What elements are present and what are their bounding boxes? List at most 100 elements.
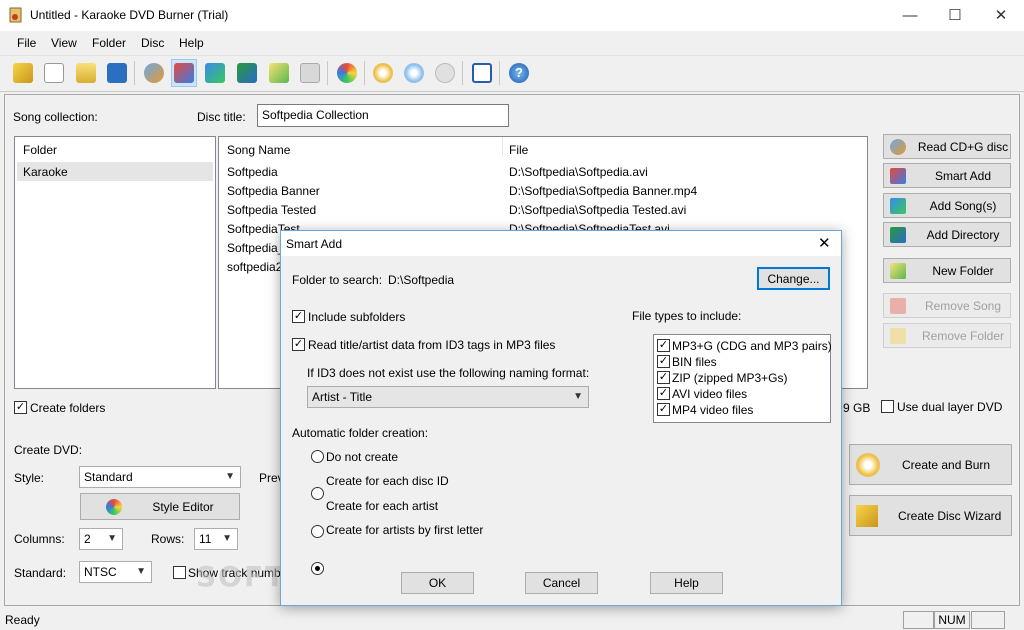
- create-and-burn-button[interactable]: Create and Burn: [849, 444, 1012, 485]
- table-row[interactable]: Softpedia Tested D:\Softpedia\Softpedia …: [219, 202, 867, 221]
- ok-button[interactable]: OK: [401, 572, 474, 594]
- new-icon[interactable]: [41, 59, 67, 87]
- remove-song-button[interactable]: Remove Song: [883, 293, 1011, 318]
- naming-format-select[interactable]: Artist - Title ▼: [307, 386, 589, 408]
- chevron-down-icon: ▼: [136, 566, 146, 577]
- file-type-checkbox[interactable]: ✓: [657, 355, 670, 368]
- list-item[interactable]: Karaoke: [17, 162, 213, 181]
- help-icon[interactable]: ?: [506, 59, 532, 87]
- file-types-list: ✓ MP3+G (CDG and MP3 pairs) ✓ BIN files …: [653, 334, 832, 423]
- style-select[interactable]: Standard ▼: [79, 466, 241, 488]
- include-subfolders-checkbox[interactable]: ✓: [292, 310, 305, 323]
- open-icon[interactable]: [73, 59, 99, 87]
- status-cell-scroll: [971, 611, 1005, 629]
- radio-artists-first-letter[interactable]: [311, 562, 324, 575]
- folder-column-header[interactable]: Folder: [23, 143, 57, 157]
- read-cd-button[interactable]: Read CD+G disc: [883, 134, 1011, 159]
- read-cd-icon[interactable]: [141, 59, 167, 87]
- file-column-header[interactable]: File: [509, 143, 528, 157]
- burn-icon[interactable]: [370, 59, 396, 87]
- radio-each-disc-id[interactable]: [311, 487, 324, 500]
- toolbar-separator: [134, 61, 135, 85]
- read-cd-label: Read CD+G disc: [917, 139, 1009, 154]
- create-dvd-heading: Create DVD:: [14, 443, 83, 457]
- remove-folder-icon: [890, 327, 906, 344]
- cancel-button[interactable]: Cancel: [525, 572, 598, 594]
- remove-folder-button[interactable]: Remove Folder: [883, 323, 1011, 348]
- rows-select[interactable]: 11 ▼: [194, 528, 238, 550]
- menu-view[interactable]: View: [51, 36, 77, 50]
- create-folders-checkbox[interactable]: ✓: [14, 401, 27, 414]
- read-id3-checkbox[interactable]: ✓: [292, 338, 305, 351]
- new-wizard-icon[interactable]: [10, 59, 36, 87]
- rows-value: 11: [199, 532, 212, 546]
- toolbar-separator: [364, 61, 365, 85]
- minimize-button[interactable]: —: [887, 0, 933, 31]
- radio-label: Create for artists by first letter: [326, 523, 484, 537]
- dialog-close-icon[interactable]: ✕: [818, 234, 831, 252]
- folder-list[interactable]: Folder Karaoke: [14, 136, 216, 389]
- add-songs-button[interactable]: Add Song(s): [883, 193, 1011, 218]
- style-editor-button[interactable]: Style Editor: [80, 493, 240, 520]
- style-editor-icon[interactable]: [334, 59, 360, 87]
- radio-do-not-create[interactable]: [311, 450, 324, 463]
- song-file-cell: D:\Softpedia\Softpedia Tested.avi: [509, 203, 687, 217]
- remove-song-label: Remove Song: [924, 298, 1002, 313]
- change-button[interactable]: Change...: [757, 267, 830, 290]
- columns-select[interactable]: 2 ▼: [79, 528, 123, 550]
- standard-value: NTSC: [84, 565, 117, 579]
- standard-select[interactable]: NTSC ▼: [79, 561, 152, 583]
- add-songs-icon[interactable]: [202, 59, 228, 87]
- create-and-burn-label: Create and Burn: [902, 457, 991, 472]
- smart-add-button[interactable]: Smart Add: [883, 163, 1011, 188]
- table-row[interactable]: Softpedia Banner D:\Softpedia\Softpedia …: [219, 183, 867, 202]
- file-type-label: AVI video files: [672, 387, 748, 401]
- file-type-checkbox[interactable]: ✓: [657, 387, 670, 400]
- wizard-icon: [856, 504, 878, 527]
- file-type-checkbox[interactable]: ✓: [657, 339, 670, 352]
- song-collection-label: Song collection:: [13, 110, 98, 124]
- chevron-down-icon: ▼: [222, 533, 232, 544]
- save-icon[interactable]: [104, 59, 130, 87]
- close-button[interactable]: ✕: [978, 0, 1024, 31]
- radio-each-artist[interactable]: [311, 525, 324, 538]
- menu-help[interactable]: Help: [179, 36, 204, 50]
- song-file-cell: D:\Softpedia\Softpedia Banner.mp4: [509, 184, 698, 198]
- smart-add-dialog: Smart Add ✕ Folder to search: D:\Softped…: [280, 230, 842, 606]
- chevron-down-icon: ▼: [107, 533, 117, 544]
- table-row[interactable]: Softpedia D:\Softpedia\Softpedia.avi: [219, 164, 867, 183]
- remove-song-icon: [890, 297, 906, 314]
- naming-format-value: Artist - Title: [312, 390, 373, 404]
- create-disc-wizard-button[interactable]: Create Disc Wizard: [849, 495, 1012, 536]
- smart-add-label: Smart Add: [934, 168, 992, 183]
- remove-icon[interactable]: [297, 59, 323, 87]
- song-name-column-header[interactable]: Song Name: [227, 143, 290, 157]
- auto-folder-label: Automatic folder creation:: [292, 426, 429, 440]
- toolbar-separator: [499, 61, 500, 85]
- menu-disc[interactable]: Disc: [141, 36, 164, 50]
- folder-item-label: Karaoke: [23, 165, 68, 179]
- new-folder-icon: [890, 262, 906, 279]
- style-label: Style:: [14, 471, 45, 485]
- dialog-title-bar: Smart Add ✕: [281, 231, 841, 256]
- forward-icon[interactable]: [432, 59, 458, 87]
- file-type-checkbox[interactable]: ✓: [657, 403, 670, 416]
- preview-icon[interactable]: [401, 59, 427, 87]
- new-folder-button[interactable]: New Folder: [883, 258, 1011, 283]
- smart-add-icon[interactable]: [171, 59, 197, 87]
- disc-title-input[interactable]: Softpedia Collection: [257, 104, 509, 127]
- show-track-checkbox[interactable]: [173, 566, 186, 579]
- checklist-icon[interactable]: [469, 59, 495, 87]
- menu-file[interactable]: File: [17, 36, 36, 50]
- add-directory-icon: [890, 226, 906, 243]
- folder-to-search-value: D:\Softpedia: [388, 273, 455, 287]
- file-type-label: ZIP (zipped MP3+Gs): [672, 371, 788, 385]
- maximize-button[interactable]: ☐: [932, 0, 978, 31]
- file-type-checkbox[interactable]: ✓: [657, 371, 670, 384]
- add-directory-icon[interactable]: [234, 59, 260, 87]
- add-directory-button[interactable]: Add Directory: [883, 222, 1011, 247]
- menu-folder[interactable]: Folder: [92, 36, 126, 50]
- help-button[interactable]: Help: [650, 572, 723, 594]
- dual-layer-checkbox[interactable]: [881, 400, 894, 413]
- new-folder-icon[interactable]: [266, 59, 292, 87]
